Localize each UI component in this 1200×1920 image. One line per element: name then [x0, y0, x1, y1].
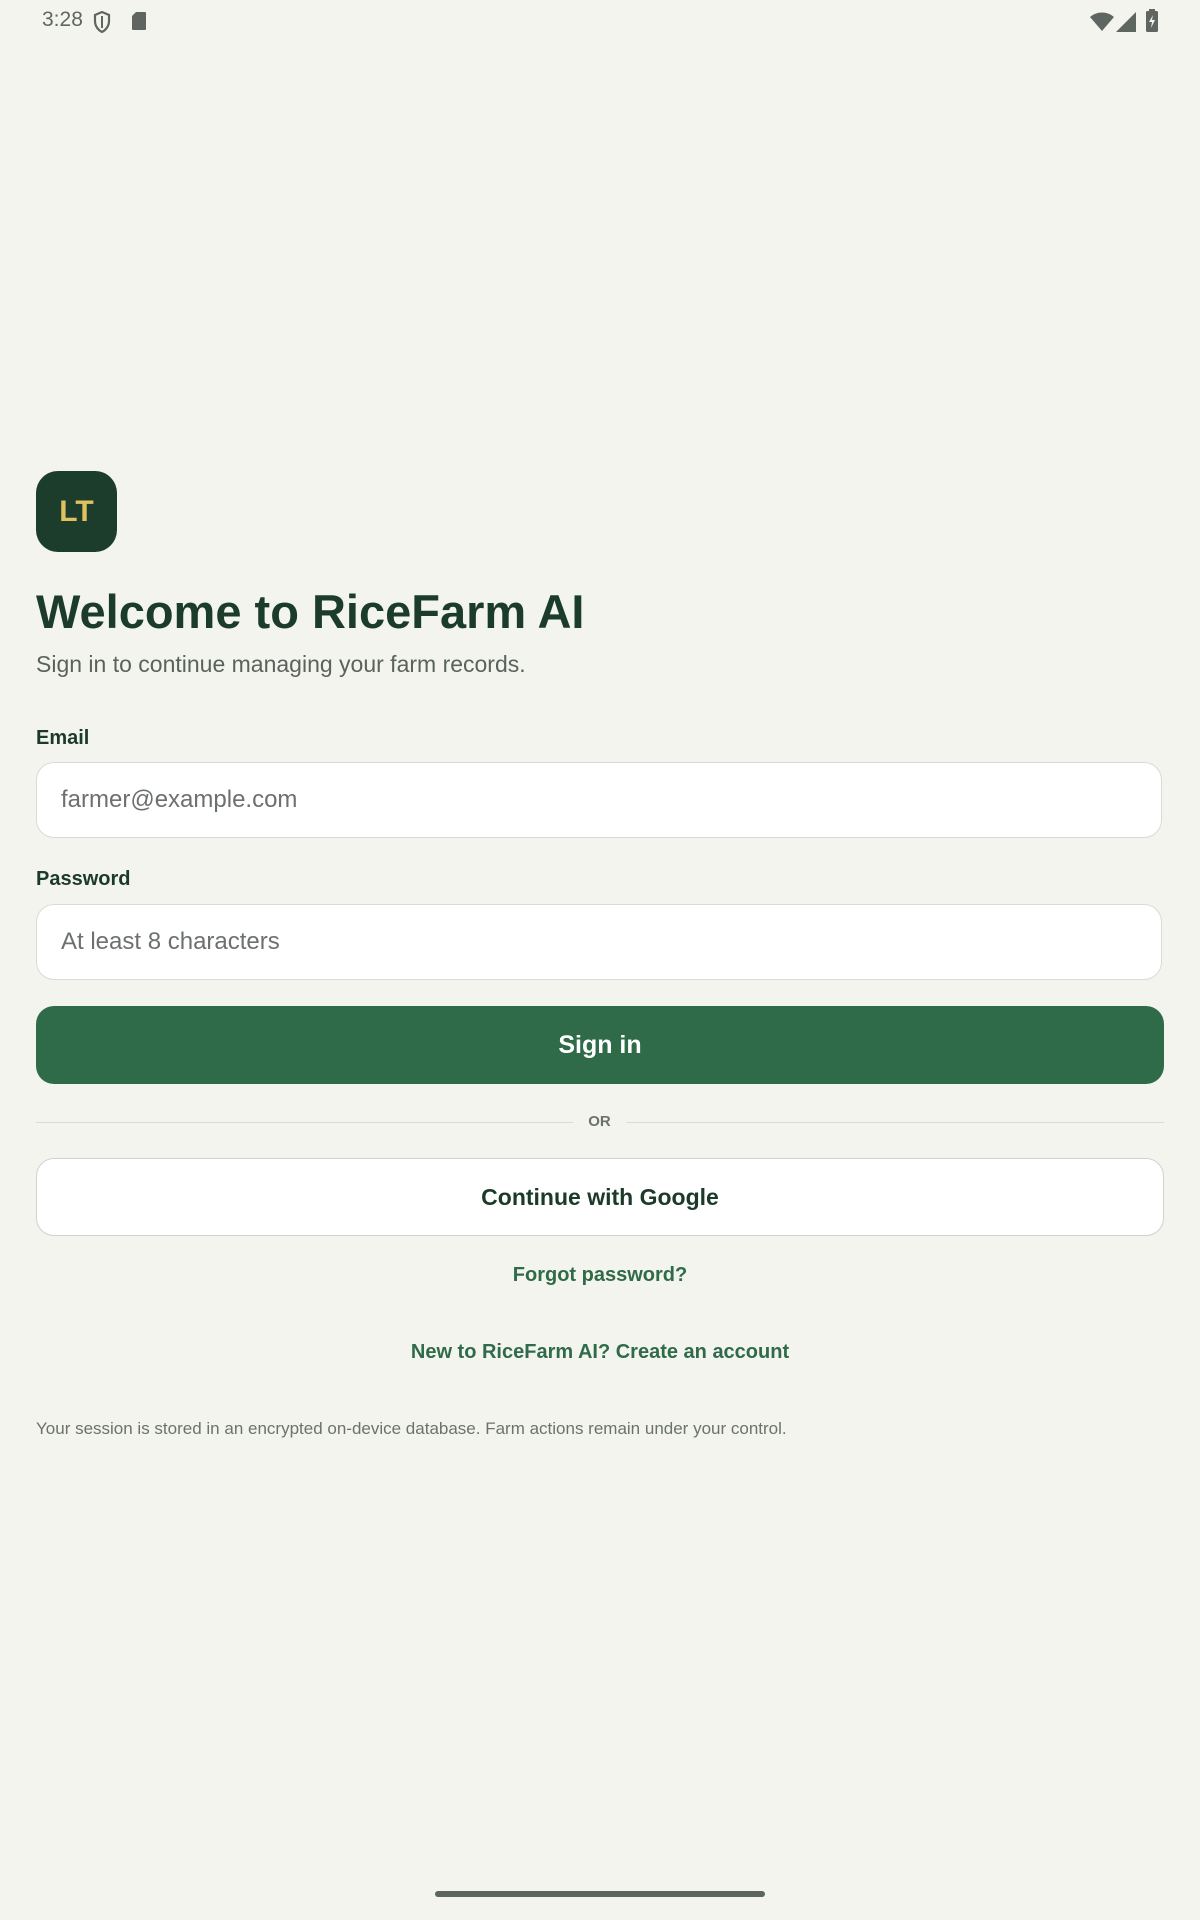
signal-icon — [1115, 11, 1137, 38]
page-subtitle: Sign in to continue managing your farm r… — [36, 651, 526, 677]
create-account-link[interactable]: New to RiceFarm AI? Create an account — [0, 1341, 1200, 1364]
session-footnote: Your session is stored in an encrypted o… — [36, 1419, 787, 1438]
email-field[interactable] — [36, 762, 1162, 838]
app-logo: LT — [36, 471, 117, 552]
divider-line-right — [626, 1122, 1164, 1123]
divider-line-left — [36, 1122, 573, 1123]
wifi-icon — [1089, 12, 1115, 37]
forgot-password-link[interactable]: Forgot password? — [0, 1264, 1200, 1287]
page-title: Welcome to RiceFarm AI — [36, 585, 585, 638]
password-label: Password — [36, 868, 131, 890]
continue-with-google-button[interactable]: Continue with Google — [36, 1158, 1164, 1236]
home-indicator[interactable] — [435, 1891, 765, 1897]
status-time: 3:28 — [42, 8, 83, 31]
shield-icon — [93, 10, 111, 38]
sign-in-label: Sign in — [558, 1030, 642, 1059]
google-button-label: Continue with Google — [481, 1183, 719, 1210]
sign-in-button[interactable]: Sign in — [36, 1006, 1164, 1084]
email-label: Email — [36, 727, 90, 749]
status-bar: 3:28 — [0, 0, 1200, 44]
sd-card-icon — [131, 11, 147, 36]
divider-or: OR — [588, 1113, 611, 1130]
logo-initials: LT — [59, 494, 94, 528]
password-field[interactable] — [36, 904, 1162, 980]
battery-icon — [1145, 9, 1159, 38]
